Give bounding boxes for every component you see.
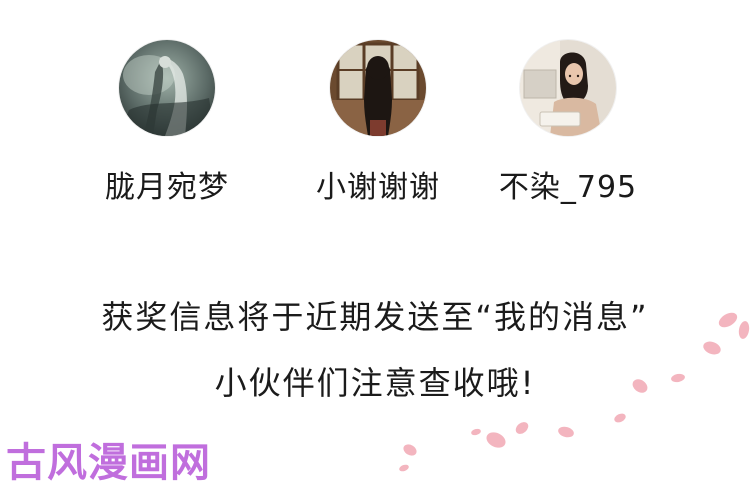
avatar-moonlit-figure-icon[interactable] [119, 40, 215, 136]
winner-card: 不染_795 [478, 40, 658, 206]
winner-name: 胧月宛梦 [105, 170, 229, 205]
petals-decoration [399, 312, 750, 472]
winner-name: 不染_795 [498, 170, 638, 205]
winner-card: 小谢谢谢 [288, 40, 468, 206]
winner-card: 胧月宛梦 [77, 40, 257, 206]
winner-name: 小谢谢谢 [316, 170, 440, 205]
avatar-girl-by-window-icon[interactable] [330, 40, 426, 136]
award-announcement-page: 胧月宛梦 小谢谢谢 不染_795 获奖信息将于近期发送至“我的消息” 小伙伴们注… [0, 0, 750, 486]
watermark-logo: 古风漫画网 [6, 440, 211, 486]
winners-row: 胧月宛梦 小谢谢谢 不染_795 [0, 0, 750, 230]
avatar-girl-at-desk-icon[interactable] [520, 40, 616, 136]
